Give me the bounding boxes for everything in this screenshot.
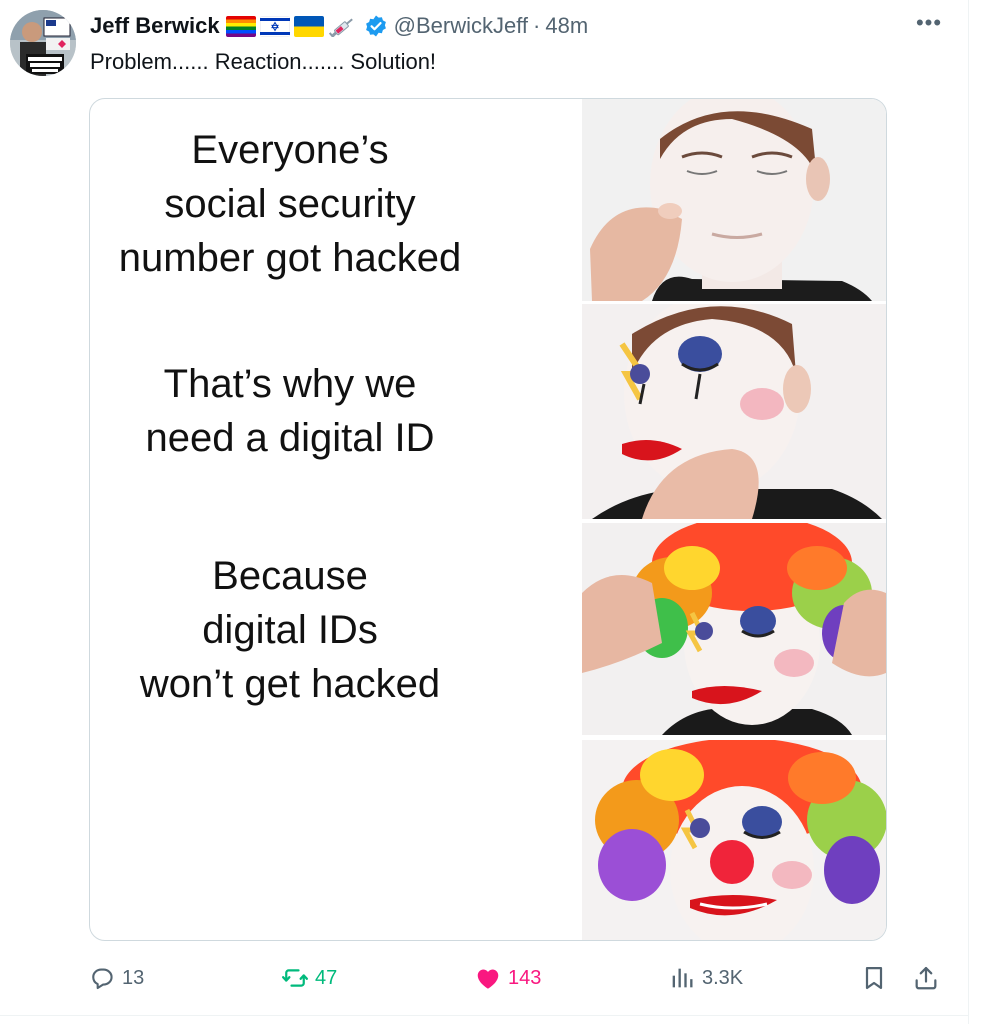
meme-line: need a digital ID [145,416,435,460]
share-icon [915,966,937,990]
israel-flag-icon [259,15,290,37]
verified-badge-icon[interactable] [364,14,388,38]
tweet-action-bar: 13 47 143 3.3K [88,958,948,998]
clown-panel-1-image [582,99,886,301]
clown-panel-3-image [582,523,886,735]
clown-panel-2-image [582,304,886,519]
meme-line: That’s why we [163,362,417,406]
meme-line: Because [212,554,368,598]
tweet-text: Problem...... Reaction....... Solution! [90,49,437,74]
meme-panel-3-text: Because digital IDs won’t get hacked [90,549,490,711]
views-chart-icon [672,968,693,988]
tweet-timestamp[interactable]: 48m [545,13,588,39]
repost-button[interactable]: 47 [281,958,337,998]
author-name[interactable]: Jeff Berwick [90,13,220,39]
tweet-media[interactable]: Everyone’s social security number got ha… [89,98,887,941]
tweet-header: Jeff Berwick @BerwickJeff · 48m [90,10,588,42]
meme-panel-2-text: That’s why we need a digital ID [90,357,490,465]
syringe-icon [328,16,358,37]
meme-line: number got hacked [118,236,462,280]
like-count: 143 [508,966,542,989]
name-emoji-group [225,15,362,37]
meme-line: social security [164,182,416,226]
bookmark-icon [865,966,883,990]
timeline-border [968,0,969,1024]
like-button[interactable]: 143 [474,958,541,998]
author-handle[interactable]: @BerwickJeff [394,13,528,39]
reply-button[interactable]: 13 [88,958,144,998]
repost-count: 47 [315,966,338,989]
meme-panel-1-text: Everyone’s social security number got ha… [90,123,490,285]
views-button[interactable]: 3.3K [668,958,743,998]
avatar-image [10,10,76,76]
reply-icon [92,968,113,990]
more-options-icon[interactable]: ••• [912,10,946,42]
reply-count: 13 [122,966,145,989]
ukraine-flag-icon [293,15,324,37]
share-button[interactable] [912,958,946,998]
tweet-divider [0,1015,968,1016]
repost-icon [281,969,309,987]
bookmark-button[interactable] [860,958,894,998]
clown-panel-4-image [582,740,886,940]
heart-icon [477,969,499,989]
views-count: 3.3K [702,966,744,989]
rainbow-flag-icon [225,15,256,37]
separator-dot: · [533,13,541,38]
meme-line: won’t get hacked [139,662,441,706]
meme-line: Everyone’s [191,128,389,172]
meme-line: digital IDs [202,608,378,652]
avatar[interactable] [10,10,76,76]
